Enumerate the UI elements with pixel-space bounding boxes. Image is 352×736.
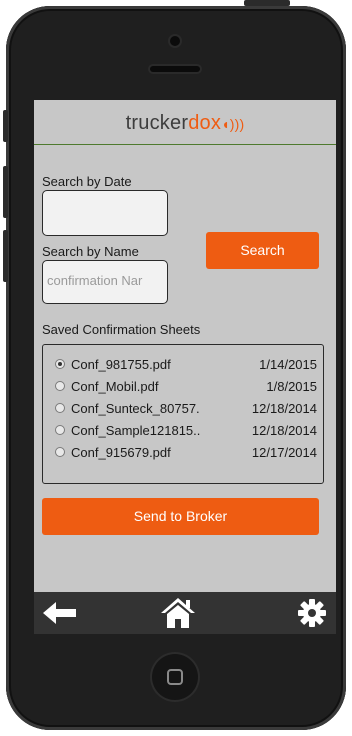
radio-selected-icon[interactable] (55, 359, 65, 369)
file-date: 1/14/2015 (259, 357, 317, 372)
list-item[interactable]: Conf_Mobil.pdf 1/8/2015 (43, 377, 323, 399)
front-camera (170, 36, 180, 46)
file-date: 12/18/2014 (251, 401, 317, 416)
file-name: Conf_Mobil.pdf (71, 379, 159, 394)
home-icon[interactable] (158, 596, 198, 630)
list-item[interactable]: Conf_Sample121815.. 12/18/2014 (43, 421, 323, 443)
file-name: Conf_Sample121815.. (71, 423, 201, 438)
back-arrow-icon[interactable] (40, 596, 80, 630)
search-by-name-label: Search by Name (42, 244, 139, 259)
list-item[interactable]: Conf_Sunteck_80757. 12/18/2014 (43, 399, 323, 421)
file-date: 12/17/2014 (251, 445, 317, 460)
radio-icon[interactable] (55, 403, 65, 413)
radio-icon[interactable] (55, 447, 65, 457)
gear-icon[interactable] (292, 596, 332, 630)
earpiece-speaker (150, 66, 200, 72)
volume-down-button (3, 230, 8, 282)
file-name: Conf_981755.pdf (71, 357, 171, 372)
power-button (244, 0, 290, 6)
home-button-square-icon (167, 669, 183, 685)
send-to-broker-button[interactable]: Send to Broker (42, 498, 319, 535)
logo-text-dark: trucker (125, 112, 189, 134)
device-home-button[interactable] (152, 654, 198, 700)
search-button[interactable]: Search (206, 232, 319, 269)
app-screen: truckerdox◖))) Search by Date Search by … (34, 100, 336, 634)
date-input[interactable] (42, 190, 168, 236)
signal-waves-icon: ◖))) (221, 116, 245, 132)
header: truckerdox◖))) (34, 100, 336, 145)
file-name: Conf_Sunteck_80757. (71, 401, 200, 416)
search-by-date-label: Search by Date (42, 174, 132, 189)
bottom-nav-bar (34, 592, 336, 634)
saved-sheets-label: Saved Confirmation Sheets (42, 322, 201, 337)
saved-sheets-list: Conf_981755.pdf 1/14/2015 Conf_Mobil.pdf… (42, 344, 324, 484)
list-item[interactable]: Conf_981755.pdf 1/14/2015 (43, 355, 323, 377)
radio-icon[interactable] (55, 381, 65, 391)
logo-text-accent: dox (188, 112, 222, 134)
file-name: Conf_915679.pdf (71, 445, 171, 460)
list-item[interactable]: Conf_915679.pdf 12/17/2014 (43, 443, 323, 465)
radio-icon[interactable] (55, 425, 65, 435)
volume-up-button (3, 166, 8, 218)
mute-switch (3, 110, 8, 142)
name-input[interactable]: confirmation Nar (42, 260, 168, 304)
app-logo: truckerdox◖))) (34, 112, 336, 135)
file-date: 12/18/2014 (251, 423, 317, 438)
file-date: 1/8/2015 (266, 379, 317, 394)
